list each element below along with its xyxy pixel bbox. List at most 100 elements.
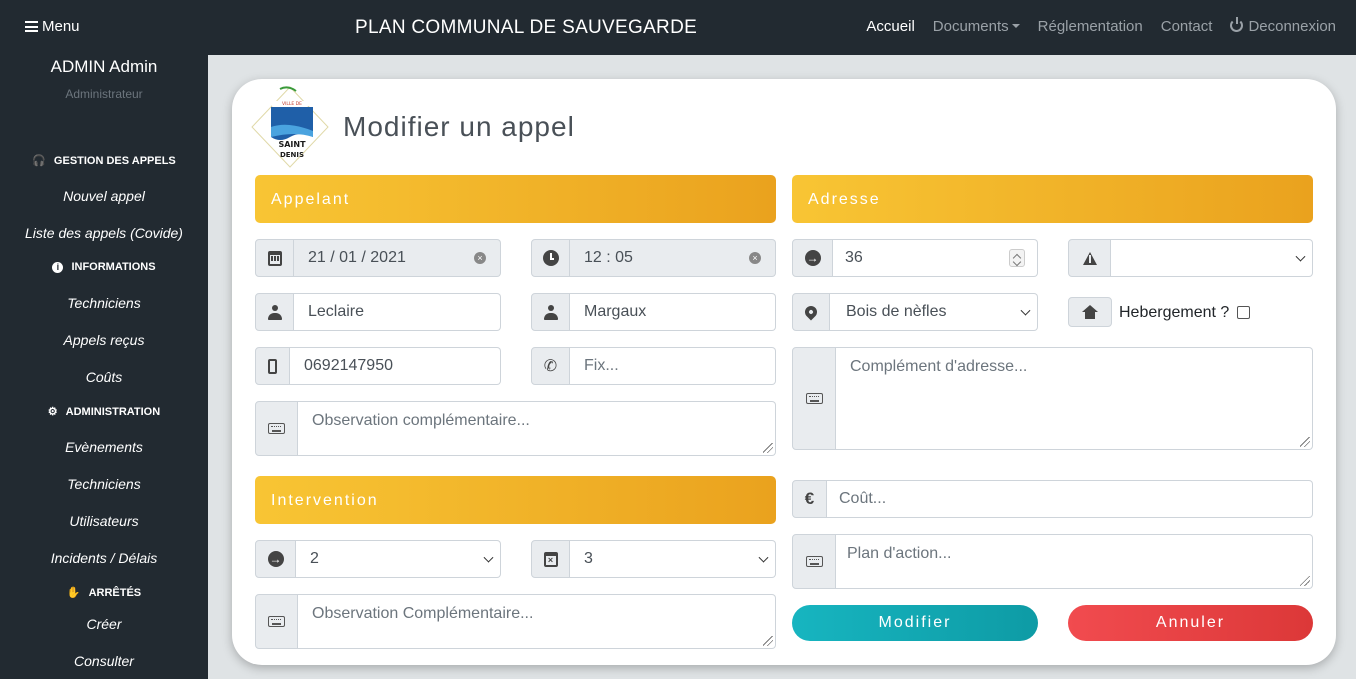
sidebar-section-administration-label: ADMINISTRATION [65,405,161,418]
keyboard-icon [805,556,823,567]
info-icon: i [52,261,64,273]
voie-select[interactable] [1111,239,1313,277]
arrow-icon-addon: → [792,239,833,277]
phone-icon: ✆ [543,358,558,375]
sidebar-item-evenements[interactable]: Evènements [0,439,208,455]
euro-icon-addon: € [792,480,827,518]
sidebar-item-incidents[interactable]: Incidents / Délais [0,550,208,566]
calendar-icon [267,250,282,266]
page-title: Modifier un appel [343,111,575,142]
mobile-phone-icon [268,358,277,374]
mobile-input-group: 0692147950 [255,347,501,385]
observation-appelant-group: Observation complémentaire... [255,401,776,456]
sidebar-item-couts[interactable]: Coûts [0,369,208,385]
observation-appelant-placeholder: Observation complémentaire... [312,412,530,429]
intervention-select1-group: → 2 [255,540,501,578]
calendar-icon-addon [255,239,294,277]
user-icon-addon [531,293,570,331]
keyboard-icon-addon [255,594,298,649]
sidebar-section-gestion-label: GESTION DES APPELS [53,154,176,167]
nav-deconnexion[interactable]: Deconnexion [1230,17,1336,35]
top-navbar: Menu PLAN COMMUNAL DE SAUVEGARDE Accueil… [0,0,1356,55]
cout-input-group: € Coût... [792,480,1313,518]
cout-input[interactable]: Coût... [827,480,1313,518]
road-icon-addon [1068,239,1111,277]
nav-accueil[interactable]: Accueil [866,18,914,35]
chevron-down-icon [483,552,494,563]
nav-deconnexion-label: Deconnexion [1248,18,1336,35]
hebergement-label: Hebergement ? [1119,304,1230,321]
numero-value: 36 [845,249,863,266]
clear-icon[interactable]: × [749,252,761,264]
nav-documents[interactable]: Documents [933,18,1020,35]
chevron-down-icon [1020,305,1031,316]
observation-intervention-textarea[interactable]: Observation Complémentaire... [298,594,776,649]
modifier-button[interactable]: Modifier [792,605,1038,641]
resize-handle[interactable] [763,636,773,646]
sidebar-section-arretes-label: ARRÊTÉS [88,586,142,599]
calendar-x-icon-addon: × [531,540,570,578]
numero-input[interactable]: 36 [833,239,1038,277]
intervention-select2[interactable]: 3 [570,540,776,578]
complement-adresse-group: Complément d'adresse... [792,347,1313,450]
complement-adresse-textarea[interactable]: Complément d'adresse... [836,347,1313,450]
main-nav: Accueil Documents Réglementation Contact… [866,17,1336,35]
prenom-input-group: Margaux [531,293,776,331]
nav-contact[interactable]: Contact [1161,18,1213,35]
resize-handle[interactable] [763,443,773,453]
sidebar-item-nouvel-appel[interactable]: Nouvel appel [0,188,208,204]
quartier-select[interactable]: Bois de nèfles [830,293,1038,331]
home-icon-group [1068,297,1112,327]
logo-line2: DENIS [280,151,304,159]
sidebar-item-appels-recus[interactable]: Appels reçus [0,332,208,348]
annuler-button[interactable]: Annuler [1068,605,1313,641]
user-icon-addon [255,293,294,331]
date-input[interactable]: 21 / 01 / 2021 × [294,239,501,277]
clear-icon[interactable]: × [474,252,486,264]
plan-action-group: Plan d'action... [792,534,1313,589]
nom-input[interactable]: Leclaire [294,293,501,331]
number-spinner[interactable] [1009,249,1025,267]
keyboard-icon-addon [792,534,836,589]
sidebar-section-informations: i INFORMATIONS [0,261,208,273]
time-input[interactable]: 12 : 05 × [570,239,776,277]
nom-input-group: Leclaire [255,293,501,331]
observation-appelant-textarea[interactable]: Observation complémentaire... [298,401,776,456]
observation-intervention-placeholder: Observation Complémentaire... [312,605,534,622]
sidebar-item-techniciens-admin[interactable]: Techniciens [0,476,208,492]
menu-toggle-button[interactable]: Menu [25,18,80,35]
home-icon [1082,305,1098,319]
voie-select-group [1068,239,1313,277]
sidebar-item-techniciens-info[interactable]: Techniciens [0,295,208,311]
sidebar-item-utilisateurs[interactable]: Utilisateurs [0,513,208,529]
nav-reglementation[interactable]: Réglementation [1038,18,1143,35]
mobile-input[interactable]: 0692147950 [290,347,501,385]
intervention-select1[interactable]: 2 [296,540,501,578]
clock-icon [542,250,559,266]
chevron-down-icon [1295,251,1306,262]
time-value: 12 : 05 [584,249,633,266]
user-role: Administrateur [65,87,143,101]
resize-handle[interactable] [1300,576,1310,586]
caret-down-icon [1011,24,1020,28]
sidebar-item-creer[interactable]: Créer [0,616,208,632]
plan-action-textarea[interactable]: Plan d'action... [836,534,1313,589]
power-icon [1230,17,1244,32]
road-icon [1082,251,1097,265]
hebergement-checkbox[interactable] [1237,306,1250,319]
fixe-input[interactable]: Fix... [570,347,776,385]
quartier-value: Bois de nèfles [846,303,947,320]
resize-handle[interactable] [1300,437,1310,447]
date-input-group: 21 / 01 / 2021 × [255,239,501,277]
hamburger-icon [25,21,38,32]
map-marker-icon-addon [792,293,830,331]
calendar-times-icon: × [543,551,558,567]
sidebar-item-liste-appels[interactable]: Liste des appels (Covide) [0,225,208,241]
complement-adresse-placeholder: Complément d'adresse... [850,358,1028,375]
keyboard-icon-addon [792,347,836,450]
prenom-input[interactable]: Margaux [570,293,776,331]
observation-intervention-group: Observation Complémentaire... [255,594,776,649]
plan-action-placeholder: Plan d'action... [847,545,952,562]
intervention-select2-value: 3 [584,550,593,567]
sidebar-item-consulter[interactable]: Consulter [0,653,208,669]
